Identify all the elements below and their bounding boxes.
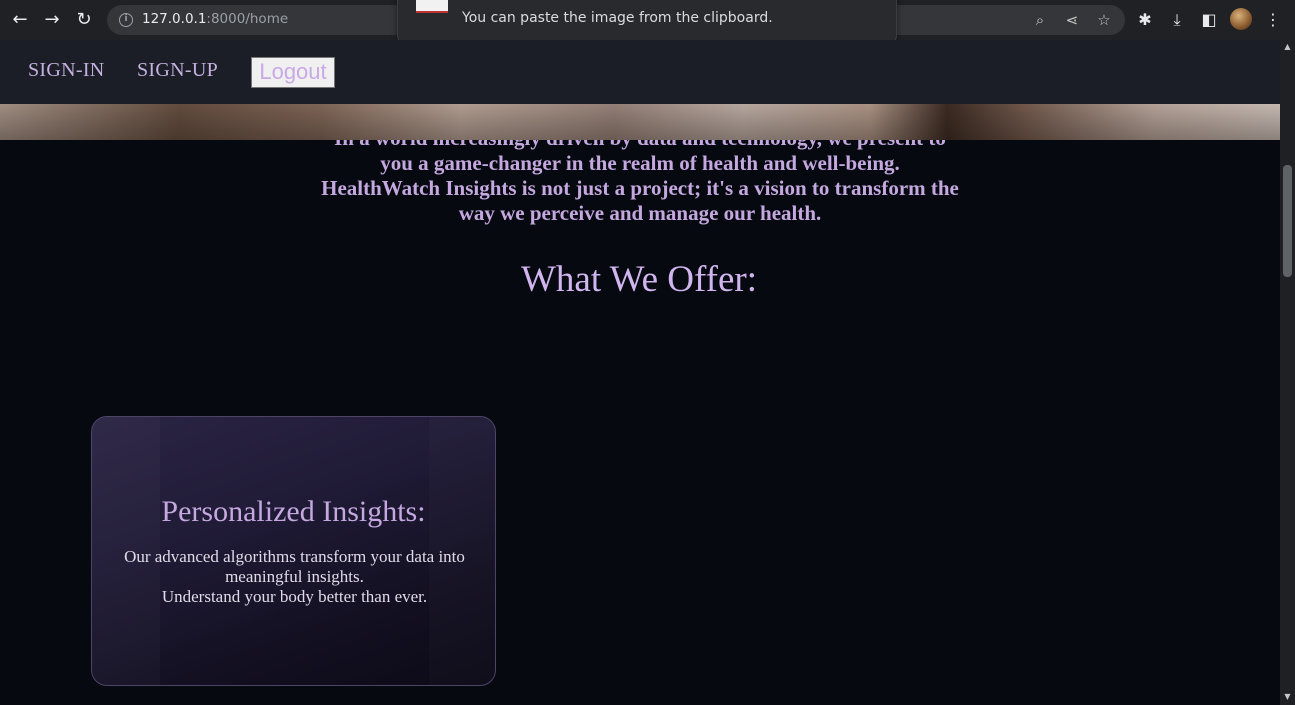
bookmark-star-icon[interactable]: ☆ <box>1094 10 1114 30</box>
clipboard-popup[interactable]: You can paste the image from the clipboa… <box>397 0 897 44</box>
side-panel-icon[interactable]: ◧ <box>1198 9 1220 31</box>
feature-card-description: Our advanced algorithms transform your d… <box>112 547 477 607</box>
hero-image <box>0 104 1280 140</box>
signin-link[interactable]: SIGN-IN <box>28 59 105 82</box>
extensions-icon[interactable]: ✱ <box>1134 9 1156 31</box>
scroll-down-icon[interactable]: ▼ <box>1280 690 1295 704</box>
url-text[interactable]: 127.0.0.1:8000/home <box>142 11 288 27</box>
zoom-icon[interactable]: ⌕ <box>1030 10 1050 30</box>
page-scrollbar[interactable]: ▲ ▼ <box>1280 40 1295 705</box>
share-icon[interactable]: ⋖ <box>1062 10 1082 30</box>
url-host: 127.0.0.1 <box>142 11 207 27</box>
menu-kebab-icon[interactable]: ⋮ <box>1262 9 1284 31</box>
profile-avatar[interactable] <box>1230 8 1252 30</box>
site-navbar: SIGN-IN SIGN-UP Logout <box>0 40 1280 104</box>
signup-link[interactable]: SIGN-UP <box>137 59 218 82</box>
site-info-icon[interactable]: i <box>119 13 133 27</box>
feature-card: Personalized Insights: Our advanced algo… <box>91 416 496 686</box>
back-arrow-icon[interactable]: ← <box>8 8 32 32</box>
offer-heading: What We Offer: <box>520 259 758 300</box>
reload-icon[interactable]: ↻ <box>72 8 96 32</box>
feature-card-title: Personalized Insights: <box>161 495 426 528</box>
forward-arrow-icon[interactable]: → <box>40 8 64 32</box>
scrollbar-thumb[interactable] <box>1283 165 1292 277</box>
feature-card-line: Our advanced algorithms transform your d… <box>124 547 465 586</box>
feature-card-line: Understand your body better than ever. <box>161 587 428 606</box>
download-icon[interactable]: ⤓ <box>1166 9 1188 31</box>
clipboard-image-thumbnail <box>416 0 448 13</box>
clipboard-popup-text: You can paste the image from the clipboa… <box>462 10 773 26</box>
page-viewport: SIGN-IN SIGN-UP Logout In a world increa… <box>0 40 1280 705</box>
url-path: :8000/home <box>206 11 289 27</box>
scroll-up-icon[interactable]: ▲ <box>1280 40 1295 54</box>
intro-paragraph: In a world increasingly driven by data a… <box>321 126 959 225</box>
logout-button[interactable]: Logout <box>251 57 335 88</box>
